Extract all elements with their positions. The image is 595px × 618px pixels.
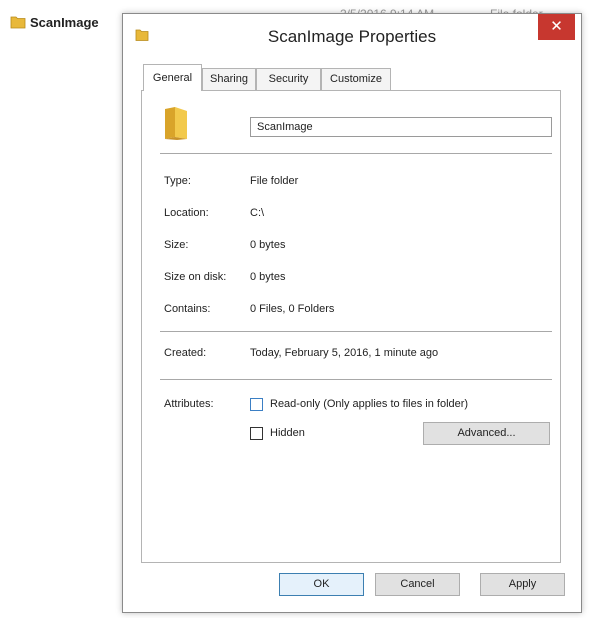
location-value: C:\ <box>250 207 265 219</box>
attributes-label: Attributes: <box>164 398 214 410</box>
ok-button[interactable]: OK <box>279 573 364 596</box>
cancel-button[interactable]: Cancel <box>375 573 460 596</box>
contains-value: 0 Files, 0 Folders <box>250 303 335 315</box>
created-label: Created: <box>164 347 207 359</box>
separator <box>160 379 552 380</box>
folder-name-input[interactable] <box>250 117 552 137</box>
tab-general[interactable]: General <box>143 64 202 91</box>
size-value: 0 bytes <box>250 239 286 251</box>
tab-customize[interactable]: Customize <box>321 68 391 90</box>
close-icon: ✕ <box>550 18 563 35</box>
hidden-checkbox[interactable] <box>250 427 263 440</box>
explorer-file-name[interactable]: ScanImage <box>30 15 99 30</box>
size-on-disk-label: Size on disk: <box>164 271 227 283</box>
location-label: Location: <box>164 207 209 219</box>
type-label: Type: <box>164 175 191 187</box>
readonly-checkbox[interactable] <box>250 398 263 411</box>
folder-icon <box>10 15 26 32</box>
tab-security[interactable]: Security <box>256 68 321 90</box>
apply-button[interactable]: Apply <box>480 573 565 596</box>
tab-sharing[interactable]: Sharing <box>202 68 256 90</box>
close-button[interactable]: ✕ <box>538 14 575 40</box>
hidden-label[interactable]: Hidden <box>270 427 305 439</box>
separator <box>160 331 552 332</box>
size-label: Size: <box>164 239 189 251</box>
type-value: File folder <box>250 175 299 187</box>
contains-label: Contains: <box>164 303 211 315</box>
title-bar[interactable]: ScanImage Properties ✕ <box>123 14 581 58</box>
general-tab-panel: Type: File folder Location: C:\ Size: 0 … <box>141 90 561 563</box>
dialog-title: ScanImage Properties <box>267 27 437 46</box>
readonly-label[interactable]: Read-only (Only applies to files in fold… <box>270 398 468 410</box>
folder-icon <box>162 105 196 144</box>
size-on-disk-value: 0 bytes <box>250 271 286 283</box>
properties-dialog: ScanImage Properties ✕ General Sharing S… <box>122 13 582 613</box>
separator <box>160 153 552 154</box>
advanced-button[interactable]: Advanced... <box>423 422 550 445</box>
created-value: Today, February 5, 2016, 1 minute ago <box>250 347 439 359</box>
